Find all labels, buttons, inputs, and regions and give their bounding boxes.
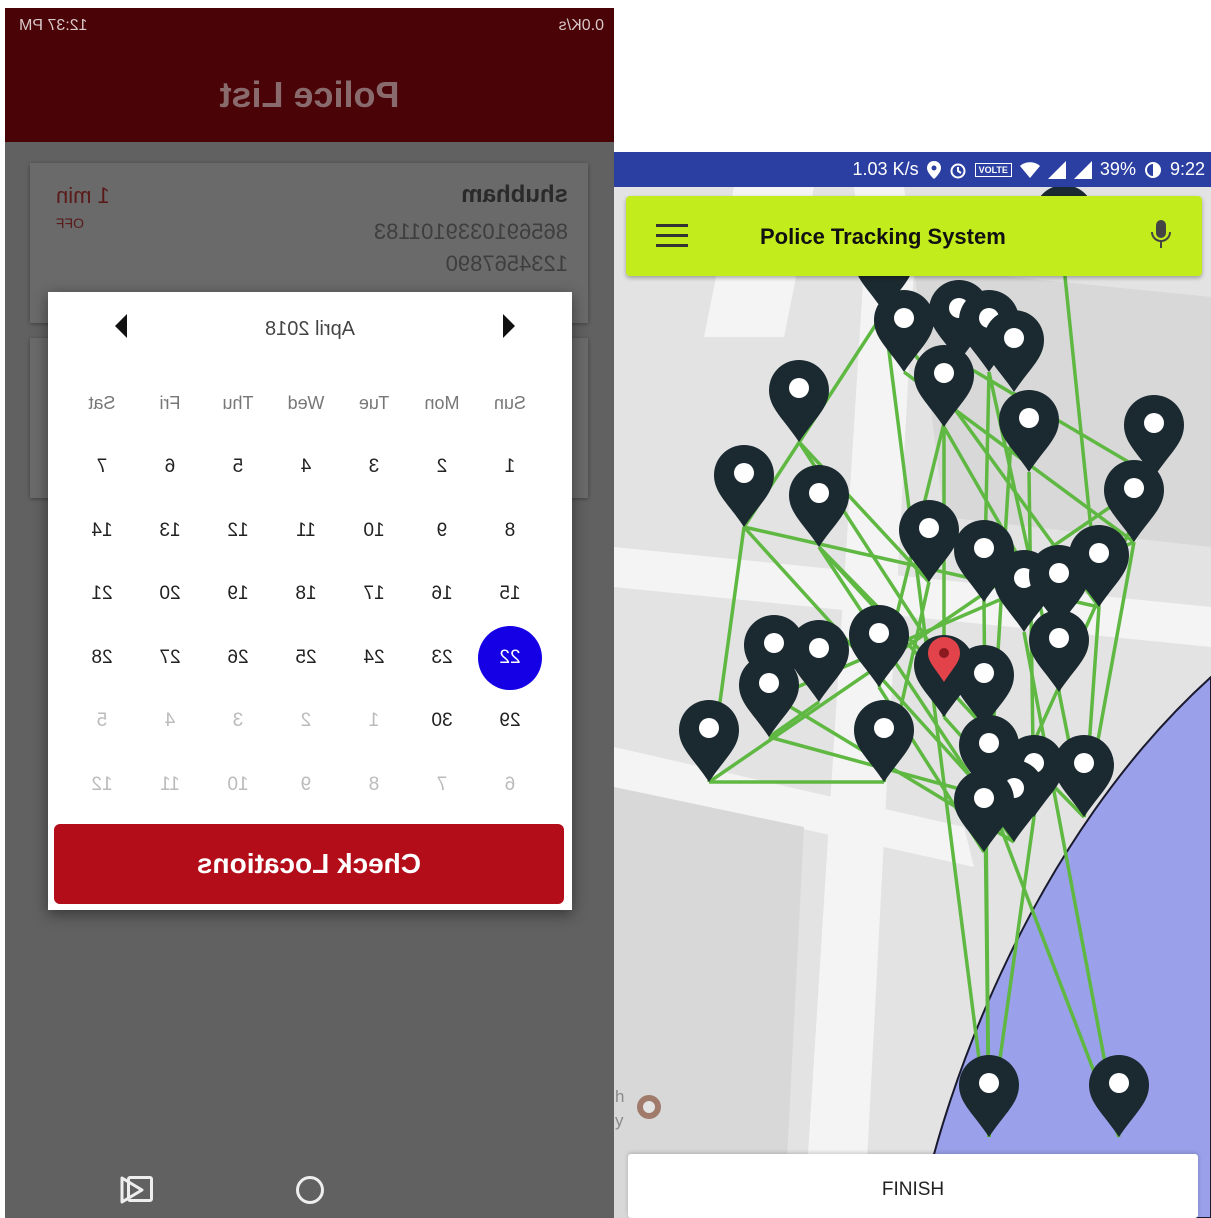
mic-icon[interactable] — [1150, 218, 1172, 252]
calendar-day[interactable]: 19 — [204, 583, 272, 605]
home-icon[interactable] — [296, 1176, 324, 1204]
calendar-day[interactable]: 13 — [136, 520, 204, 542]
calendar-week-row: 29 30 1 2 3 4 5 — [68, 690, 544, 754]
calendar-day[interactable]: 22 — [476, 625, 544, 690]
calendar-day[interactable]: 2 — [272, 710, 340, 732]
system-nav-bar — [5, 1148, 614, 1218]
calendar-day[interactable]: 6 — [136, 456, 204, 478]
weekday-label: Fri — [159, 393, 181, 414]
calendar-day[interactable]: 10 — [340, 520, 408, 542]
alarm-icon — [950, 163, 966, 178]
last-seen-time: 1 min — [56, 183, 110, 208]
check-locations-button[interactable]: Check Locations — [54, 824, 564, 904]
weekday-label: Tue — [358, 393, 390, 414]
police-name: shubham — [461, 181, 568, 208]
weekday-label: Thu — [222, 393, 254, 414]
calendar-day[interactable]: 30 — [408, 710, 476, 732]
calendar-day[interactable]: 12 — [204, 520, 272, 542]
calendar-day[interactable]: 21 — [68, 583, 136, 605]
calendar-day[interactable]: 26 — [204, 647, 272, 669]
calendar-day[interactable]: 6 — [476, 774, 544, 796]
network-speed: 0.0K/s — [558, 17, 604, 34]
weekday-label: Wed — [287, 393, 325, 414]
calendar-day[interactable]: 1 — [340, 710, 408, 732]
signal-icon-2 — [1073, 160, 1092, 179]
calendar-day[interactable]: 27 — [136, 647, 204, 669]
menu-icon[interactable] — [656, 224, 688, 248]
map-label-partial-2: y — [615, 1111, 624, 1130]
police-phone-1: 8656910339101183 — [373, 219, 568, 244]
app-title: Police Tracking System — [760, 224, 1006, 249]
calendar-day[interactable]: 4 — [136, 710, 204, 732]
calendar-day[interactable]: 9 — [272, 774, 340, 796]
battery-icon — [1144, 161, 1161, 178]
calendar-day[interactable]: 24 — [340, 647, 408, 669]
calendar-day[interactable]: 8 — [476, 520, 544, 542]
map-label-partial-1: h — [615, 1087, 624, 1106]
signal-icon — [1047, 160, 1066, 179]
left-app-bar: Police List — [5, 44, 614, 142]
next-month-icon[interactable] — [115, 314, 127, 338]
right-status-bar: 1.03 K/s VOLTE 39% 9:22 — [614, 152, 1211, 187]
calendar-day[interactable]: 18 — [272, 583, 340, 605]
right-phone-screen: 1.03 K/s VOLTE 39% 9:22 h y Police Track… — [614, 152, 1211, 1218]
weekday-label: Mon — [424, 393, 460, 414]
battery-percent: 39% — [1099, 159, 1136, 179]
calendar-day[interactable]: 1 — [476, 456, 544, 478]
calendar-day[interactable]: 7 — [408, 774, 476, 796]
wifi-icon — [1019, 161, 1040, 178]
calendar-day[interactable]: 11 — [136, 774, 204, 796]
network-speed: 1.03 K/s — [852, 159, 919, 179]
calendar-day[interactable]: 9 — [408, 520, 476, 542]
calendar-day[interactable]: 4 — [272, 456, 340, 478]
back-icon[interactable] — [118, 1175, 146, 1205]
search-toolbar: Police Tracking System — [626, 196, 1202, 276]
calendar-day[interactable]: 17 — [340, 583, 408, 605]
calendar-day[interactable]: 16 — [408, 583, 476, 605]
calendar-day[interactable]: 2 — [408, 456, 476, 478]
volte-badge: VOLTE — [974, 162, 1012, 177]
clock: 9:22 — [1169, 159, 1205, 179]
calendar-day[interactable]: 28 — [68, 647, 136, 669]
left-status-bar: 0.0K/s 12:37 PM — [5, 8, 614, 44]
weekday-header-row: Sun Mon Tue Wed Thu Fri Sat — [68, 372, 544, 436]
calendar-day[interactable]: 8 — [340, 774, 408, 796]
calendar-week-row: 8 9 10 11 12 13 14 — [68, 499, 544, 563]
place-poi-icon[interactable] — [637, 1095, 661, 1119]
police-phone-2: 1234567890 — [445, 251, 568, 276]
calendar-day[interactable]: 14 — [68, 520, 136, 542]
map-view[interactable]: h y — [614, 187, 1211, 1218]
calendar-week-row: 1234567 — [68, 436, 544, 500]
finish-button[interactable]: FINISH — [628, 1154, 1198, 1218]
calendar-week-row: 6 7 8 9 10 11 12 — [68, 753, 544, 817]
calendar-day[interactable]: 11 — [272, 520, 340, 542]
calendar-header: April 2018 — [48, 292, 572, 368]
calendar-day[interactable]: 15 — [476, 583, 544, 605]
calendar-day[interactable]: 3 — [340, 456, 408, 478]
weekday-label: Sat — [88, 393, 116, 414]
calendar-day[interactable]: 5 — [68, 710, 136, 732]
location-icon — [926, 160, 941, 179]
page-title: Police List — [219, 74, 400, 115]
date-picker-dialog: April 2018 Sun Mon Tue Wed Thu Fri Sat 1 2 3 4 5 6 7 8… — [48, 292, 572, 910]
calendar-week-row: 15 16 17 18 19 20 21 — [68, 563, 544, 627]
calendar-day[interactable]: 23 — [408, 647, 476, 669]
calendar-week-row: 22 23 24 25 26 27 28 — [68, 625, 544, 690]
left-phone-screen: 0.0K/s 12:37 PM Police List shubham 8656… — [5, 8, 614, 1218]
calendar-day[interactable]: 7 — [68, 456, 136, 478]
calendar-day[interactable]: 3 — [204, 710, 272, 732]
calendar-grid: Sun Mon Tue Wed Thu Fri Sat 1 2 3 4 5 6 7 8 9 10 11 12 13 14… — [68, 372, 544, 817]
calendar-day[interactable]: 29 — [476, 710, 544, 732]
calendar-day[interactable]: 20 — [136, 583, 204, 605]
selected-day-label: 22 — [499, 646, 521, 668]
status-badge: OFF — [56, 215, 84, 231]
calendar-day[interactable]: 12 — [68, 774, 136, 796]
weekday-label: Sun — [493, 393, 527, 414]
calendar-day[interactable]: 25 — [272, 647, 340, 669]
mirrored-view: 0.0K/s 12:37 PM Police List shubham 8656… — [5, 8, 614, 1218]
calendar-day[interactable]: 10 — [204, 774, 272, 796]
calendar-day[interactable]: 5 — [204, 456, 272, 478]
clock: 12:37 PM — [19, 17, 88, 34]
